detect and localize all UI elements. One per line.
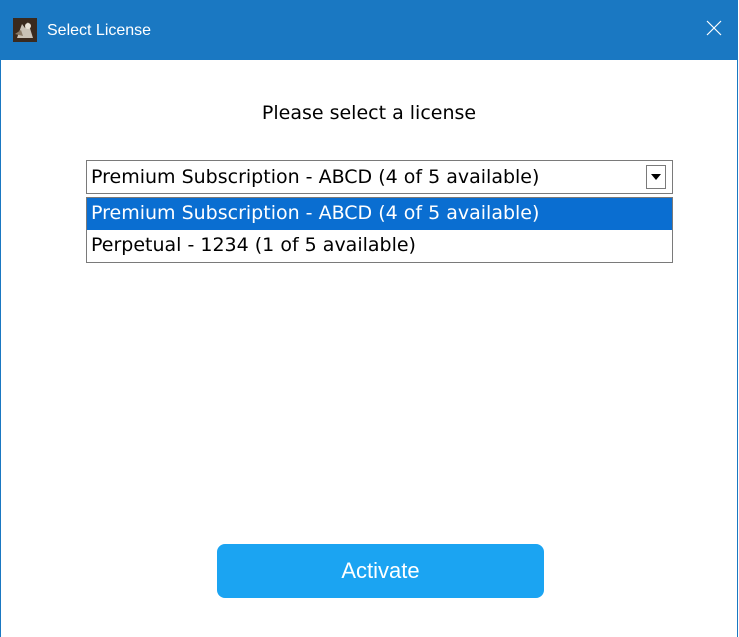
license-option-premium[interactable]: Premium Subscription - ABCD (4 of 5 avai…: [87, 198, 672, 230]
select-license-prompt: Please select a license: [261, 102, 477, 124]
activate-button[interactable]: Activate: [217, 544, 544, 598]
license-select[interactable]: Premium Subscription - ABCD (4 of 5 avai…: [86, 160, 673, 194]
dropdown-arrow-icon[interactable]: [646, 165, 666, 189]
license-dropdown-list: Premium Subscription - ABCD (4 of 5 avai…: [86, 197, 673, 263]
close-icon: [706, 20, 722, 40]
app-logo-icon: [13, 18, 37, 42]
window-title: Select License: [47, 22, 152, 39]
close-button[interactable]: [691, 0, 737, 60]
license-option-perpetual[interactable]: Perpetual - 1234 (1 of 5 available): [87, 230, 672, 262]
select-license-dialog: Select License Please select a license P…: [0, 0, 738, 637]
title-bar[interactable]: Select License: [1, 0, 737, 60]
license-select-value: Premium Subscription - ABCD (4 of 5 avai…: [91, 166, 540, 188]
